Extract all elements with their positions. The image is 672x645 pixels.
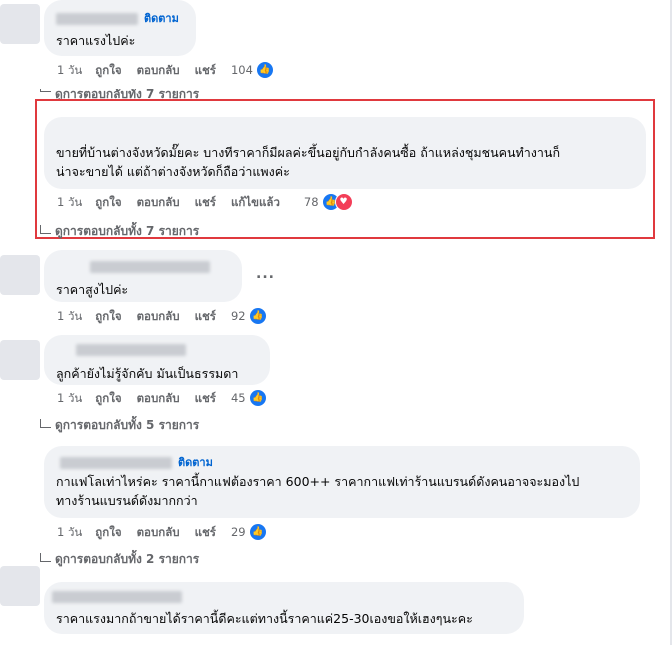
timestamp[interactable]: 1 วัน [57,388,82,408]
view-replies-label: ดูการตอบกลับทั้ง 7 รายการ [55,89,200,99]
comment: ติดตาม กาแฟโลเท่าไหร่คะ ราคานี้กาแฟต้องร… [44,446,640,518]
avatar[interactable] [0,340,40,380]
timestamp[interactable]: 1 วัน [57,192,82,212]
like-reaction-icon: 👍 [248,389,267,407]
comment: ขายที่บ้านต่างจังหวัดมั๊ยคะ บางทีราคาก็ม… [44,117,646,189]
share-button[interactable]: แชร์ [195,522,216,542]
like-button[interactable]: ถูกใจ [95,60,121,80]
comment-actions: 1 วัน ถูกใจ ตอบกลับ แชร์ แก้ไขแล้ว 78 👍 … [57,192,353,212]
comment-text-line-1: ขายที่บ้านต่างจังหวัดมั๊ยคะ บางทีราคาก็ม… [56,145,561,160]
author-name[interactable] [76,344,186,356]
comment-bubble: ขายที่บ้านต่างจังหวัดมั๊ยคะ บางทีราคาก็ม… [44,117,646,189]
comment-text-line-2: ทางร้านแบรนด์ดังมากกว่า [56,493,198,508]
avatar[interactable] [0,566,40,606]
reaction-summary[interactable]: 29 👍 [231,522,267,542]
author-name[interactable] [60,457,172,469]
share-button[interactable]: แชร์ [195,192,216,212]
view-replies[interactable]: ดูการตอบกลับทั้ง 2 รายการ [40,550,199,568]
comment-actions: 1 วัน ถูกใจ ตอบกลับ แชร์ 29 👍 [57,522,267,542]
view-replies[interactable]: ดูการตอบกลับทั้ง 7 รายการ [40,89,199,99]
comment-actions: 1 วัน ถูกใจ ตอบกลับ แชร์ 45 👍 [57,388,267,408]
view-replies-label: ดูการตอบกลับทั้ง 5 รายการ [55,418,200,432]
avatar[interactable] [0,255,40,295]
like-button[interactable]: ถูกใจ [95,388,121,408]
reply-button[interactable]: ตอบกลับ [137,388,180,408]
comment-bubble: ลูกค้ายังไม่รู้จักคับ มันเป็นธรรมดา [44,335,270,385]
reply-button[interactable]: ตอบกลับ [137,192,180,212]
reply-button[interactable]: ตอบกลับ [137,522,180,542]
comment: ติดตาม ราคาแรงไปค่ะ [44,0,196,56]
comment: ราคาสูงไปค่ะ [44,250,242,302]
reply-button[interactable]: ตอบกลับ [137,60,180,80]
reaction-count: 78 [303,195,319,209]
reply-arrow-icon [40,552,51,562]
reaction-count: 45 [230,391,246,405]
follow-link[interactable]: ติดตาม [178,456,213,470]
reaction-summary[interactable]: 104 👍 [231,60,274,80]
like-button[interactable]: ถูกใจ [95,306,121,326]
comment-actions: 1 วัน ถูกใจ ตอบกลับ แชร์ 92 👍 [57,306,267,326]
share-button[interactable]: แชร์ [195,306,216,326]
love-reaction-icon: ♥ [334,193,353,211]
reply-arrow-icon [40,224,51,234]
view-replies-label: ดูการตอบกลับทั้ง 7 รายการ [55,224,200,238]
reaction-summary[interactable]: 78 👍 ♥ [304,192,353,212]
like-reaction-icon: 👍 [255,61,274,79]
author-name[interactable] [52,591,182,603]
comment-bubble: ติดตาม กาแฟโลเท่าไหร่คะ ราคานี้กาแฟต้องร… [44,446,640,518]
avatar[interactable] [0,4,40,44]
comment-bubble: ราคาแรงมากถ้าขายได้ราคานี้ดีคะแต่ทางนี้ร… [44,582,524,634]
reaction-summary[interactable]: 45 👍 [231,388,267,408]
comment-actions: 1 วัน ถูกใจ ตอบกลับ แชร์ 104 👍 [57,60,274,80]
comment-text-line-2: น่าจะขายได้ แต่ถ้าต่างจังหวัดก็ถือว่าแพง… [56,164,290,179]
author-row: ติดตาม [56,12,184,26]
more-options-button[interactable]: ... [256,266,275,282]
author-row [56,260,230,274]
comment: ราคาแรงมากถ้าขายได้ราคานี้ดีคะแต่ทางนี้ร… [44,582,524,634]
comment: ลูกค้ายังไม่รู้จักคับ มันเป็นธรรมดา [44,335,270,385]
author-name[interactable] [56,13,138,25]
edited-label[interactable]: แก้ไขแล้ว [231,192,280,212]
timestamp[interactable]: 1 วัน [57,60,82,80]
reply-arrow-icon [40,418,51,428]
comment-text: ลูกค้ายังไม่รู้จักคับ มันเป็นธรรมดา [56,366,239,381]
like-reaction-icon: 👍 [248,307,267,325]
comment-text: ราคาแรงไปค่ะ [56,33,136,48]
like-button[interactable]: ถูกใจ [95,192,121,212]
comment-text: ราคาแรงมากถ้าขายได้ราคานี้ดีคะแต่ทางนี้ร… [56,611,473,626]
reaction-count: 92 [230,309,246,323]
like-button[interactable]: ถูกใจ [95,522,121,542]
view-replies[interactable]: ดูการตอบกลับทั้ง 7 รายการ [40,222,199,240]
reply-button[interactable]: ตอบกลับ [137,306,180,326]
reaction-count: 29 [230,525,246,539]
comment-bubble: ราคาสูงไปค่ะ [44,250,242,302]
comment-bubble: ติดตาม ราคาแรงไปค่ะ [44,0,196,56]
author-row: ติดตาม [56,456,628,470]
author-row [52,590,512,604]
reply-arrow-icon [40,89,51,92]
view-replies-label: ดูการตอบกลับทั้ง 2 รายการ [55,552,200,566]
view-replies[interactable]: ดูการตอบกลับทั้ง 5 รายการ [40,416,199,434]
timestamp[interactable]: 1 วัน [57,522,82,542]
reaction-summary[interactable]: 92 👍 [231,306,267,326]
share-button[interactable]: แชร์ [195,60,216,80]
share-button[interactable]: แชร์ [195,388,216,408]
follow-link[interactable]: ติดตาม [144,12,179,26]
comment-text: ราคาสูงไปค่ะ [56,282,129,297]
comment-text-line-1: กาแฟโลเท่าไหร่คะ ราคานี้กาแฟต้องราคา 600… [56,474,580,489]
like-reaction-icon: 👍 [248,523,267,541]
author-name[interactable] [90,261,210,273]
timestamp[interactable]: 1 วัน [57,306,82,326]
reaction-count: 104 [230,63,253,77]
author-row [56,343,258,357]
